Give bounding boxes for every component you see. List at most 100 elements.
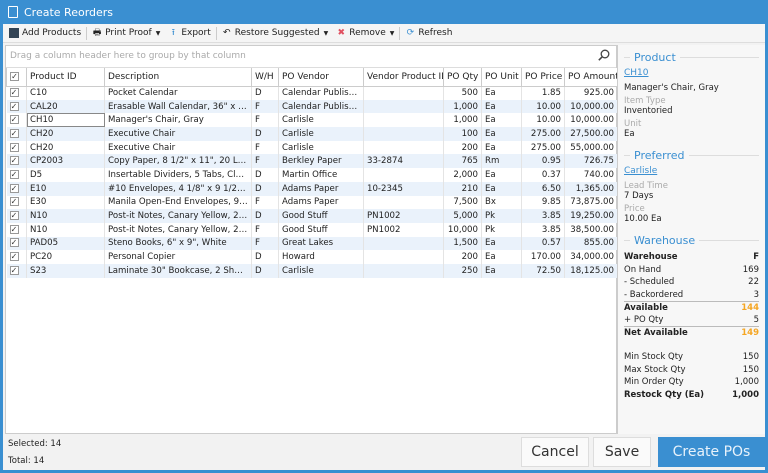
cell[interactable]: Berkley Paper (278, 154, 364, 169)
chevron-down-icon[interactable]: ▼ (156, 30, 161, 37)
cell[interactable]: 38,500.00 (564, 222, 618, 237)
print-proof-button[interactable]: 🖶 Print Proof ▼ (88, 25, 164, 42)
cell[interactable]: 1,000 (443, 99, 482, 114)
restore-suggested-button[interactable]: ↶ Restore Suggested ▼ (218, 25, 332, 42)
cell[interactable]: F (251, 99, 279, 114)
cell[interactable]: 33-2874 (363, 154, 444, 169)
cell[interactable]: Personal Copier (104, 250, 252, 264)
cell[interactable]: 1,500 (443, 236, 482, 251)
cell[interactable]: Laminate 30" Bookcase, 2 Shelves... (104, 263, 252, 278)
cell[interactable]: 100 (443, 127, 482, 141)
chevron-down-icon[interactable]: ▼ (324, 30, 329, 37)
cell[interactable] (363, 263, 444, 278)
row-checkbox[interactable]: ✓ (6, 168, 27, 182)
cell[interactable]: D (251, 168, 279, 182)
cell[interactable]: 3.85 (521, 222, 565, 237)
cell[interactable]: Ea (481, 140, 522, 155)
row-checkbox[interactable]: ✓ (6, 250, 27, 264)
select-all-checkbox[interactable]: ✓ (6, 68, 27, 87)
cell[interactable]: 10.00 (521, 99, 565, 114)
cell[interactable]: 275.00 (521, 140, 565, 155)
row-checkbox[interactable]: ✓ (6, 86, 27, 100)
cell[interactable]: D (251, 263, 279, 278)
cell[interactable]: E10 (26, 181, 105, 196)
column-header[interactable]: PO Unit (481, 68, 522, 87)
column-header[interactable]: PO Vendor (278, 68, 364, 87)
table-row[interactable]: ✓ D5 Insertable Dividers, 5 Tabs, Clear D Ma… (6, 168, 618, 182)
cell[interactable]: 10.00 (521, 113, 565, 128)
cell[interactable]: CH20 (26, 127, 105, 141)
cell[interactable]: F (251, 236, 279, 251)
cell[interactable]: Manila Open-End Envelopes, 9" x ... (104, 195, 252, 210)
cell[interactable]: Great Lakes (278, 236, 364, 251)
cell[interactable]: 925.00 (564, 86, 618, 100)
cell[interactable]: 19,250.00 (564, 209, 618, 223)
cell[interactable]: Post-it Notes, Canary Yellow, 2" x... (104, 209, 252, 223)
cell[interactable]: Ea (481, 113, 522, 128)
cell[interactable]: D5 (26, 168, 105, 182)
cell[interactable]: 740.00 (564, 168, 618, 182)
cell[interactable]: F (251, 113, 279, 128)
group-by-panel[interactable]: Drag a column header here to group by th… (6, 46, 616, 68)
row-checkbox[interactable]: ✓ (6, 195, 27, 210)
cell[interactable]: Carlisle (278, 263, 364, 278)
cell[interactable]: F (251, 140, 279, 155)
cell[interactable]: 1.85 (521, 86, 565, 100)
table-row[interactable]: ✓ S23 Laminate 30" Bookcase, 2 Shelves... D… (6, 263, 618, 278)
refresh-button[interactable]: ⟳ Refresh (401, 25, 456, 42)
cell[interactable]: D (251, 209, 279, 223)
cell[interactable]: Carlisle (278, 127, 364, 141)
cell[interactable]: 1,000 (443, 113, 482, 128)
cell[interactable]: 726.75 (564, 154, 618, 169)
cell[interactable] (363, 86, 444, 100)
cell[interactable]: S23 (26, 263, 105, 278)
cell[interactable]: 73,875.00 (564, 195, 618, 210)
cell[interactable]: Ea (481, 127, 522, 141)
cell[interactable] (363, 250, 444, 264)
cell[interactable]: Executive Chair (104, 140, 252, 155)
cell[interactable]: 855.00 (564, 236, 618, 251)
table-row[interactable]: ✓ CH10 Manager's Chair, Gray F Carlisle 1,000… (6, 113, 618, 128)
column-header[interactable]: Vendor Product ID (363, 68, 444, 87)
cell[interactable]: Copy Paper, 8 1/2" x 11", 20 Lb., 8... (104, 154, 252, 169)
cell[interactable]: Howard (278, 250, 364, 264)
cell[interactable]: Manager's Chair, Gray (104, 113, 252, 128)
column-header[interactable]: Product ID (26, 68, 105, 87)
cell[interactable]: Rm (481, 154, 522, 169)
cell[interactable]: Ea (481, 168, 522, 182)
cell[interactable]: Martin Office (278, 168, 364, 182)
add-products-button[interactable]: Add Products (5, 25, 85, 42)
cell[interactable]: 6.50 (521, 181, 565, 196)
cell[interactable]: D (251, 127, 279, 141)
cell[interactable]: Good Stuff (278, 222, 364, 237)
cell[interactable]: CH20 (26, 140, 105, 155)
cell[interactable] (363, 99, 444, 114)
product-link[interactable]: CH10 (624, 68, 759, 78)
cell[interactable]: D (251, 250, 279, 264)
table-row[interactable]: ✓ PC20 Personal Copier D Howard 200 Ea 170.00 34… (6, 250, 618, 264)
table-row[interactable]: ✓ CH20 Executive Chair D Carlisle 100 Ea 275.00… (6, 127, 618, 141)
cell[interactable]: F (251, 154, 279, 169)
cell[interactable]: Adams Paper (278, 181, 364, 196)
table-row[interactable]: ✓ CH20 Executive Chair F Carlisle 200 Ea 275.00… (6, 140, 618, 155)
row-checkbox[interactable]: ✓ (6, 154, 27, 169)
row-checkbox[interactable]: ✓ (6, 140, 27, 155)
cell[interactable]: 250 (443, 263, 482, 278)
cell[interactable]: 0.95 (521, 154, 565, 169)
cell[interactable]: 3.85 (521, 209, 565, 223)
cell[interactable]: PC20 (26, 250, 105, 264)
cell[interactable]: Calendar Publishi... (278, 86, 364, 100)
cell[interactable]: 10,000 (443, 222, 482, 237)
column-header[interactable]: PO Price (521, 68, 565, 87)
table-row[interactable]: ✓ N10 Post-it Notes, Canary Yellow, 2" x..… (6, 222, 618, 237)
table-row[interactable]: ✓ PAD05 Steno Books, 6" x 9", White F Great … (6, 236, 618, 251)
cell[interactable]: Post-it Notes, Canary Yellow, 2" x... (104, 222, 252, 237)
cell[interactable]: 18,125.00 (564, 263, 618, 278)
row-checkbox[interactable]: ✓ (6, 181, 27, 196)
cell[interactable]: Pk (481, 222, 522, 237)
cell[interactable]: 170.00 (521, 250, 565, 264)
cell[interactable]: 765 (443, 154, 482, 169)
cell[interactable]: CAL20 (26, 99, 105, 114)
cell[interactable]: Pk (481, 209, 522, 223)
cell[interactable]: Ea (481, 236, 522, 251)
